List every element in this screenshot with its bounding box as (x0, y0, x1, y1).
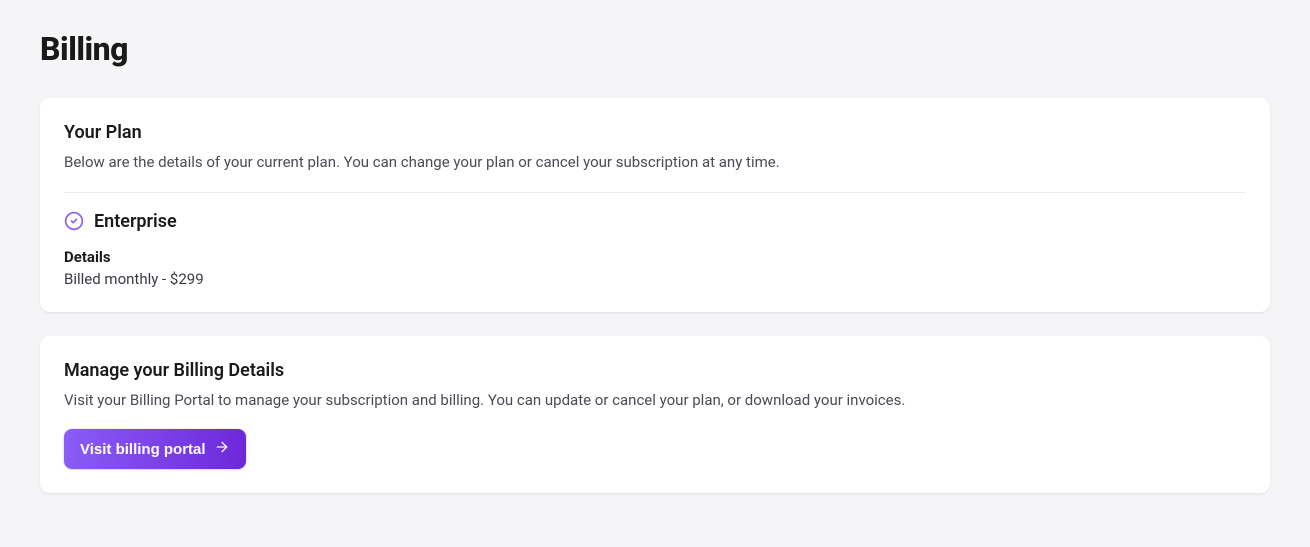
your-plan-title: Your Plan (64, 122, 1246, 143)
arrow-right-icon (214, 439, 230, 459)
plan-details-label: Details (64, 248, 1246, 266)
checkmark-circle-icon (64, 211, 84, 231)
manage-billing-description: Visit your Billing Portal to manage your… (64, 389, 1246, 412)
manage-billing-card: Manage your Billing Details Visit your B… (40, 336, 1270, 494)
plan-details-value: Billed monthly - $299 (64, 270, 1246, 288)
plan-header: Enterprise (64, 211, 1246, 232)
page-title: Billing (40, 30, 1270, 68)
manage-billing-title: Manage your Billing Details (64, 360, 1246, 381)
plan-name: Enterprise (94, 211, 177, 232)
visit-billing-portal-label: Visit billing portal (80, 441, 206, 458)
visit-billing-portal-button[interactable]: Visit billing portal (64, 429, 246, 469)
divider (64, 192, 1246, 193)
your-plan-card: Your Plan Below are the details of your … (40, 98, 1270, 312)
your-plan-description: Below are the details of your current pl… (64, 151, 1246, 174)
